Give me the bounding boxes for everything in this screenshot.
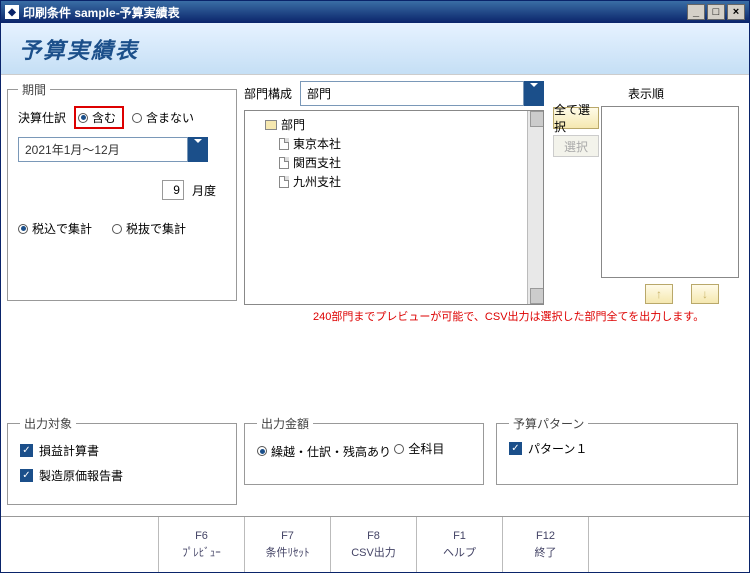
dept-combo-value: 部門 xyxy=(300,81,524,106)
period-range-value: 2021年1月～12月 xyxy=(18,137,188,162)
highlight-include: 含む xyxy=(74,106,124,129)
dept-group: 部門構成 部門 部門 東京本社 関西支社 九州支社 xyxy=(244,81,544,301)
scrollbar[interactable] xyxy=(527,111,543,304)
app-icon: ◆ xyxy=(5,5,19,19)
budget-pattern-legend: 予算パターン xyxy=(509,415,588,432)
radio-tax-exclusive[interactable]: 税抜で集計 xyxy=(112,220,186,237)
display-order-group: 表示順 全て選択 選択 ↑ ↓ 240部門までプレビューが可能で、CSV出力は選… xyxy=(553,85,739,390)
order-listbox[interactable] xyxy=(601,106,739,278)
f6-preview-button[interactable]: F6ﾌﾟﾚﾋﾞｭｰ xyxy=(159,517,245,572)
f12-exit-button[interactable]: F12終了 xyxy=(503,517,589,572)
radio-include[interactable]: 含む xyxy=(78,109,116,126)
output-target-legend: 出力対象 xyxy=(20,415,76,432)
window: ◆ 印刷条件 sample-予算実績表 _ □ × 予算実績表 期間 決算仕訳 … xyxy=(0,0,750,573)
f1-help-button[interactable]: F1ヘルプ xyxy=(417,517,503,572)
period-range-combo[interactable]: 2021年1月～12月 xyxy=(18,137,208,162)
output-target-group: 出力対象 ✓損益計算書 ✓製造原価報告書 xyxy=(7,415,237,505)
move-up-button[interactable]: ↑ xyxy=(645,284,673,304)
chevron-down-icon[interactable] xyxy=(524,81,544,106)
check-icon: ✓ xyxy=(20,469,33,482)
titlebar: ◆ 印刷条件 sample-予算実績表 _ □ × xyxy=(1,1,749,23)
tree-node[interactable]: 九州支社 xyxy=(279,172,521,191)
footer-spacer xyxy=(1,517,159,572)
month-suffix: 月度 xyxy=(192,182,216,199)
maximize-button[interactable]: □ xyxy=(707,4,725,20)
close-button[interactable]: × xyxy=(727,4,745,20)
body: 期間 決算仕訳 含む 含まない 2021年1月～12月 9 月度 税込で集計 xyxy=(1,75,749,516)
tree-root[interactable]: 部門 xyxy=(265,115,521,134)
chevron-down-icon[interactable] xyxy=(188,137,208,162)
month-input[interactable]: 9 xyxy=(162,180,184,200)
radio-balance-exists[interactable]: 繰越・仕訳・残高あり xyxy=(257,443,391,460)
footer-toolbar: F6ﾌﾟﾚﾋﾞｭｰ F7条件ﾘｾｯﾄ F8CSV出力 F1ヘルプ F12終了 xyxy=(1,516,749,572)
tree-node[interactable]: 関西支社 xyxy=(279,153,521,172)
page-icon xyxy=(279,138,289,150)
select-all-button[interactable]: 全て選択 xyxy=(553,107,599,129)
f7-reset-button[interactable]: F7条件ﾘｾｯﾄ xyxy=(245,517,331,572)
checkbox-cost-report[interactable]: ✓製造原価報告書 xyxy=(20,467,224,484)
folder-icon xyxy=(265,120,277,130)
page-header: 予算実績表 xyxy=(1,23,749,75)
window-title: 印刷条件 sample-予算実績表 xyxy=(23,4,683,21)
order-label: 表示順 xyxy=(553,85,739,102)
check-icon: ✓ xyxy=(509,442,522,455)
output-amount-group: 出力金額 繰越・仕訳・残高あり 全科目 xyxy=(244,415,484,485)
period-legend: 期間 xyxy=(18,81,50,98)
dept-label: 部門構成 xyxy=(244,85,292,102)
minimize-button[interactable]: _ xyxy=(687,4,705,20)
settlement-label: 決算仕訳 xyxy=(18,109,66,126)
period-group: 期間 決算仕訳 含む 含まない 2021年1月～12月 9 月度 税込で集計 xyxy=(7,81,237,301)
budget-pattern-group: 予算パターン ✓パターン１ xyxy=(496,415,738,485)
check-icon: ✓ xyxy=(20,444,33,457)
dept-combo[interactable]: 部門 xyxy=(300,81,544,106)
f8-csv-button[interactable]: F8CSV出力 xyxy=(331,517,417,572)
warning-text: 240部門までプレビューが可能で、CSV出力は選択した部門全てを出力します。 xyxy=(313,308,739,324)
output-amount-legend: 出力金額 xyxy=(257,415,313,432)
page-title: 予算実績表 xyxy=(19,33,139,65)
select-button[interactable]: 選択 xyxy=(553,135,599,157)
page-icon xyxy=(279,157,289,169)
footer-fill xyxy=(589,517,749,572)
radio-all-accounts[interactable]: 全科目 xyxy=(394,440,444,457)
radio-exclude[interactable]: 含まない xyxy=(132,109,194,126)
radio-tax-inclusive[interactable]: 税込で集計 xyxy=(18,220,92,237)
checkbox-pl[interactable]: ✓損益計算書 xyxy=(20,442,224,459)
dept-tree[interactable]: 部門 東京本社 関西支社 九州支社 xyxy=(244,110,544,305)
checkbox-pattern1[interactable]: ✓パターン１ xyxy=(509,440,725,457)
tree-node[interactable]: 東京本社 xyxy=(279,134,521,153)
page-icon xyxy=(279,176,289,188)
move-down-button[interactable]: ↓ xyxy=(691,284,719,304)
